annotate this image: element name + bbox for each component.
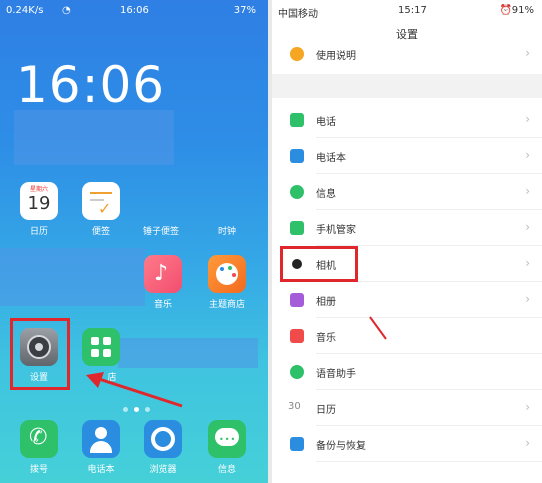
settings-item-gallery[interactable]: 相册 › [272,282,542,318]
app-label: 时钟 [217,227,236,237]
battery-level: 37% [233,5,256,16]
app-label: 音乐 [153,300,172,310]
store-icon [82,328,120,366]
calendar-icon: 星期六 19 [20,182,58,220]
alarm-icon: ⏰ [499,5,512,16]
dock-browser[interactable]: 浏览器 [138,420,188,475]
status-time: 16:06 [120,5,149,16]
settings-item-label: 电话本 [316,153,346,164]
clock-icon [208,182,246,220]
app-theme-store[interactable]: 主题商店 [202,255,252,310]
settings-item-backup[interactable]: 备份与恢复 › [272,426,542,462]
chevron-right-icon: › [525,220,530,234]
settings-item-label: 使用说明 [316,51,356,62]
contacts-icon [82,420,120,458]
settings-item-messages[interactable]: 信息 › [272,174,542,210]
status-time: 15:17 [398,5,427,16]
app-label: 锤子便签 [142,227,179,237]
app-clock[interactable]: 时钟 [202,182,252,237]
blurred-region [118,338,258,368]
wifi-icon: ◔ [62,5,71,16]
app-label: 日历 [29,227,48,237]
chevron-right-icon: › [525,256,530,270]
settings-item-phone-manager[interactable]: 手机管家 › [272,210,542,246]
settings-item-label: 电话 [316,117,336,128]
app-calendar[interactable]: 星期六 19 日历 [14,182,64,237]
app-label: 主题商店 [208,300,245,310]
settings-item-manual[interactable]: 使用说明 › [272,36,542,72]
browser-icon [144,420,182,458]
chevron-right-icon: › [525,184,530,198]
lockscreen-clock: 16:06 [16,56,166,114]
settings-screen: 中国移动 15:17 ⏰ 91% 设置 使用说明 › 电话 › 电话本 › 信息… [272,0,542,483]
status-bar: 0.24K/s ◔ 16:06 37% [0,0,268,22]
home-screen: 0.24K/s ◔ 16:06 37% 16:06 星期六 19 日历 ✓ 便签… [0,0,268,483]
music-icon: ♪ [144,255,182,293]
dock-messages[interactable]: ••• 信息 [202,420,252,475]
palette-icon [208,255,246,293]
page-indicator [120,397,153,416]
blurred-region [0,248,145,306]
calendar-weekday: 星期六 [29,186,48,193]
chevron-right-icon: › [525,436,530,450]
blurred-region [14,110,174,165]
phone-icon [290,113,304,127]
chevron-right-icon: › [525,292,530,306]
battery-level: 91% [511,5,534,16]
carrier: 中国移动 [278,9,318,20]
app-music[interactable]: ♪ 音乐 [138,255,188,310]
shield-icon [290,221,304,235]
stroke-annotation [369,316,387,340]
settings-item-calendar[interactable]: 30 日历 › [272,390,542,426]
settings-item-label: 日历 [316,405,336,416]
calendar-icon: 30 [288,401,301,412]
status-bar: 中国移动 15:17 ⏰ 91% [272,0,542,22]
backup-icon [290,437,304,451]
app-label: 电话本 [87,465,115,475]
app-label: 信息 [217,465,236,475]
chevron-right-icon: › [525,148,530,162]
music-icon [290,329,304,343]
section-gap [272,74,542,98]
message-icon: ••• [208,420,246,458]
settings-item-label: 信息 [316,189,336,200]
calendar-day: 19 [27,193,51,214]
app-label: 拨号 [29,465,48,475]
microphone-icon [290,365,304,379]
contacts-icon [290,149,304,163]
settings-item-contacts[interactable]: 电话本 › [272,138,542,174]
app-label: 便签 [91,227,110,237]
settings-item-phone[interactable]: 电话 › [272,102,542,138]
highlight-box [10,318,70,390]
dock-dialer[interactable]: ✆ 拨号 [14,420,64,475]
app-label: 浏览器 [149,465,177,475]
notes-icon: ✓ [82,182,120,220]
app-smartisan-notes[interactable]: 锤子便签 [136,182,186,237]
gallery-icon [290,293,304,307]
highlight-box [280,246,358,282]
settings-item-label: 音乐 [316,333,336,344]
dock-contacts[interactable]: 电话本 [76,420,126,475]
app-notes[interactable]: ✓ 便签 [76,182,126,237]
settings-item-label: 相册 [316,297,336,308]
chevron-right-icon: › [525,112,530,126]
settings-item-label: 语音助手 [316,369,356,380]
chevron-right-icon: › [525,400,530,414]
settings-item-music[interactable]: 音乐 [272,318,542,354]
smartisan-notes-icon [142,182,180,220]
settings-item-voice-assistant[interactable]: 语音助手 [272,354,542,390]
chevron-right-icon: › [525,46,530,60]
network-speed: 0.24K/s [6,5,44,16]
settings-item-label: 备份与恢复 [316,441,366,452]
message-icon [290,185,304,199]
manual-icon [290,47,304,61]
phone-icon: ✆ [20,420,58,458]
settings-item-label: 手机管家 [316,225,356,236]
